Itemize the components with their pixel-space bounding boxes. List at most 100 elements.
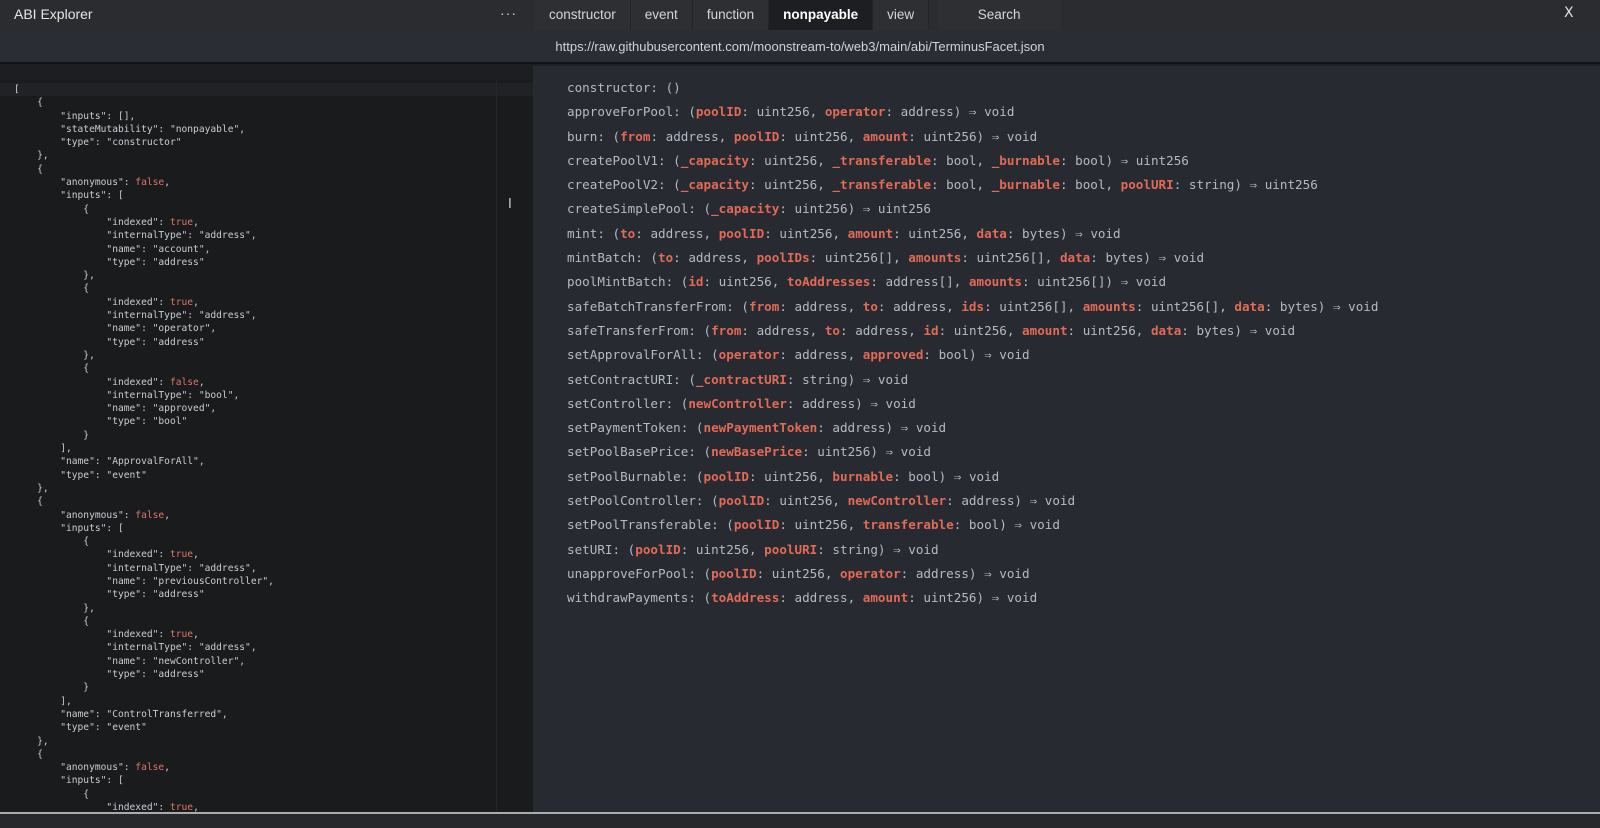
function-name: safeBatchTransferFrom xyxy=(567,298,727,314)
param-type: string xyxy=(832,541,878,557)
code-line: [ xyxy=(14,84,20,95)
code-line: "type": "bool" xyxy=(14,416,188,428)
signature-row[interactable]: setContractURI: (_contractURI: string) ⇒… xyxy=(567,368,1378,392)
url-bar: https://raw.githubusercontent.com/moonst… xyxy=(0,30,1600,64)
function-name: poolMintBatch xyxy=(567,274,666,290)
param-name: toAddress xyxy=(711,590,780,606)
signature-row[interactable]: setApprovalForAll: (operator: address, a… xyxy=(567,343,1378,367)
function-name: setPoolBasePrice xyxy=(567,444,689,460)
param-type: bool xyxy=(1075,152,1106,168)
code-line: "inputs": [ xyxy=(14,775,124,787)
tab-event[interactable]: event xyxy=(630,0,693,30)
signature-row[interactable]: setURI: (poolID: uint256, poolURI: strin… xyxy=(567,538,1378,562)
param-name: poolURI xyxy=(764,541,818,557)
function-name: approveForPool xyxy=(567,104,674,120)
tab-view[interactable]: view xyxy=(873,0,930,30)
signature-list: constructor: () approveForPool: (poolID: … xyxy=(567,76,1378,611)
signature-row[interactable]: safeTransferFrom: (from: address, to: ad… xyxy=(567,319,1378,343)
signature-row[interactable]: createPoolV2: (_capacity: uint256, _tran… xyxy=(567,173,1378,197)
signature-row[interactable]: unapproveForPool: (poolID: uint256, oper… xyxy=(567,562,1378,586)
json-boolean: true xyxy=(169,549,194,561)
param-type: bool xyxy=(968,517,1000,533)
param-name: newPaymentToken xyxy=(703,420,818,436)
json-boolean: false xyxy=(135,762,165,774)
status-bar xyxy=(0,812,1600,828)
param-type: uint256[] xyxy=(824,250,894,266)
return-type: void xyxy=(1090,225,1121,241)
signature-row[interactable]: createSimplePool: (_capacity: uint256) ⇒… xyxy=(567,197,1378,221)
param-type: bytes xyxy=(1022,225,1060,241)
param-name: to xyxy=(862,298,878,314)
signature-row[interactable]: setPoolBurnable: (poolID: uint256, burna… xyxy=(567,465,1378,489)
signature-row[interactable]: mintBatch: (to: address, poolIDs: uint25… xyxy=(567,246,1378,270)
param-type: address xyxy=(961,493,1015,509)
param-name: _capacity xyxy=(680,177,749,193)
function-name: unapproveForPool xyxy=(567,565,689,581)
code-line: "name": "newController", xyxy=(14,655,246,667)
signature-row[interactable]: constructor: () xyxy=(567,76,1378,100)
signature-row[interactable]: burn: (from: address, poolID: uint256, a… xyxy=(567,125,1378,149)
signature-row[interactable]: poolMintBatch: (id: uint256, toAddresses… xyxy=(567,270,1378,294)
tab-constructor[interactable]: constructor xyxy=(535,0,631,30)
function-name: setApprovalForAll xyxy=(567,347,696,363)
json-source[interactable]: [ { "inputs": [], "stateMutability": "no… xyxy=(14,83,274,812)
param-name: _transferable xyxy=(832,152,931,168)
param-name: poolID xyxy=(733,128,780,144)
return-type: void xyxy=(1006,590,1038,606)
signature-row[interactable]: setPoolController: (poolID: uint256, new… xyxy=(567,489,1378,513)
param-type: uint256 xyxy=(779,225,833,241)
json-boolean: false xyxy=(135,177,165,189)
more-horizontal-icon[interactable]: ··· xyxy=(500,5,517,21)
code-line: "internalType": "address", xyxy=(14,310,257,322)
return-type: void xyxy=(999,347,1030,363)
code-line: "internalType": "address", xyxy=(14,230,257,242)
signature-row[interactable]: setController: (newController: address) … xyxy=(567,392,1378,416)
param-type: bool xyxy=(946,177,977,193)
param-name: poolID xyxy=(733,517,780,533)
signature-row[interactable]: safeBatchTransferFrom: (from: address, t… xyxy=(567,295,1378,319)
code-line: "inputs": [ xyxy=(14,522,124,534)
param-type: address xyxy=(802,395,856,411)
param-type: bytes xyxy=(1105,250,1144,266)
signature-row[interactable]: mint: (to: address, poolID: uint256, amo… xyxy=(567,222,1378,246)
code-line: "name": "account", xyxy=(14,243,211,255)
code-line: { xyxy=(14,283,90,295)
code-line: { xyxy=(14,748,43,760)
code-line: "type": "event" xyxy=(14,469,147,481)
code-line: { xyxy=(14,97,43,109)
signature-row[interactable]: withdrawPayments: (toAddress: address, a… xyxy=(567,586,1378,610)
return-type: void xyxy=(900,444,932,460)
signature-row[interactable]: setPoolBasePrice: (newBasePrice: uint256… xyxy=(567,440,1378,464)
code-line: "type": "address" xyxy=(14,256,205,268)
tab-nonpayable[interactable]: nonpayable xyxy=(769,0,874,30)
code-line: "internalType": "bool", xyxy=(14,389,240,401)
tab-function[interactable]: function xyxy=(692,0,770,30)
param-name: transferable xyxy=(862,517,954,533)
param-name: to xyxy=(824,322,841,338)
signature-row[interactable]: createPoolV1: (_capacity: uint256, _tran… xyxy=(567,149,1378,173)
signature-row[interactable]: setPaymentToken: (newPaymentToken: addre… xyxy=(567,416,1378,440)
code-line: "indexed": true, xyxy=(14,549,199,561)
close-icon[interactable]: X xyxy=(1564,5,1574,21)
code-line: "name": "approved", xyxy=(14,403,217,415)
code-line: "inputs": [ xyxy=(14,190,124,202)
search-tab[interactable]: Search xyxy=(937,0,1062,30)
param-name: amount xyxy=(847,225,894,241)
return-type: void xyxy=(1006,128,1038,144)
signature-row[interactable]: approveForPool: (poolID: uint256, operat… xyxy=(567,100,1378,124)
code-line: }, xyxy=(14,482,49,494)
code-line: } xyxy=(14,429,90,441)
return-type: void xyxy=(1264,322,1296,338)
return-type: void xyxy=(1173,250,1205,266)
param-name: ids xyxy=(961,298,985,314)
param-name: data xyxy=(1234,298,1265,314)
json-editor[interactable]: [ { "inputs": [], "stateMutability": "no… xyxy=(0,80,534,812)
signature-row[interactable]: setPoolTransferable: (poolID: uint256, t… xyxy=(567,513,1378,537)
code-line: { xyxy=(14,496,43,508)
param-name: operator xyxy=(824,104,886,120)
param-name: from xyxy=(620,128,651,144)
param-name: data xyxy=(1150,322,1182,338)
param-name: _capacity xyxy=(680,152,749,168)
return-type: void xyxy=(1044,493,1076,509)
param-name: poolID xyxy=(718,225,765,241)
